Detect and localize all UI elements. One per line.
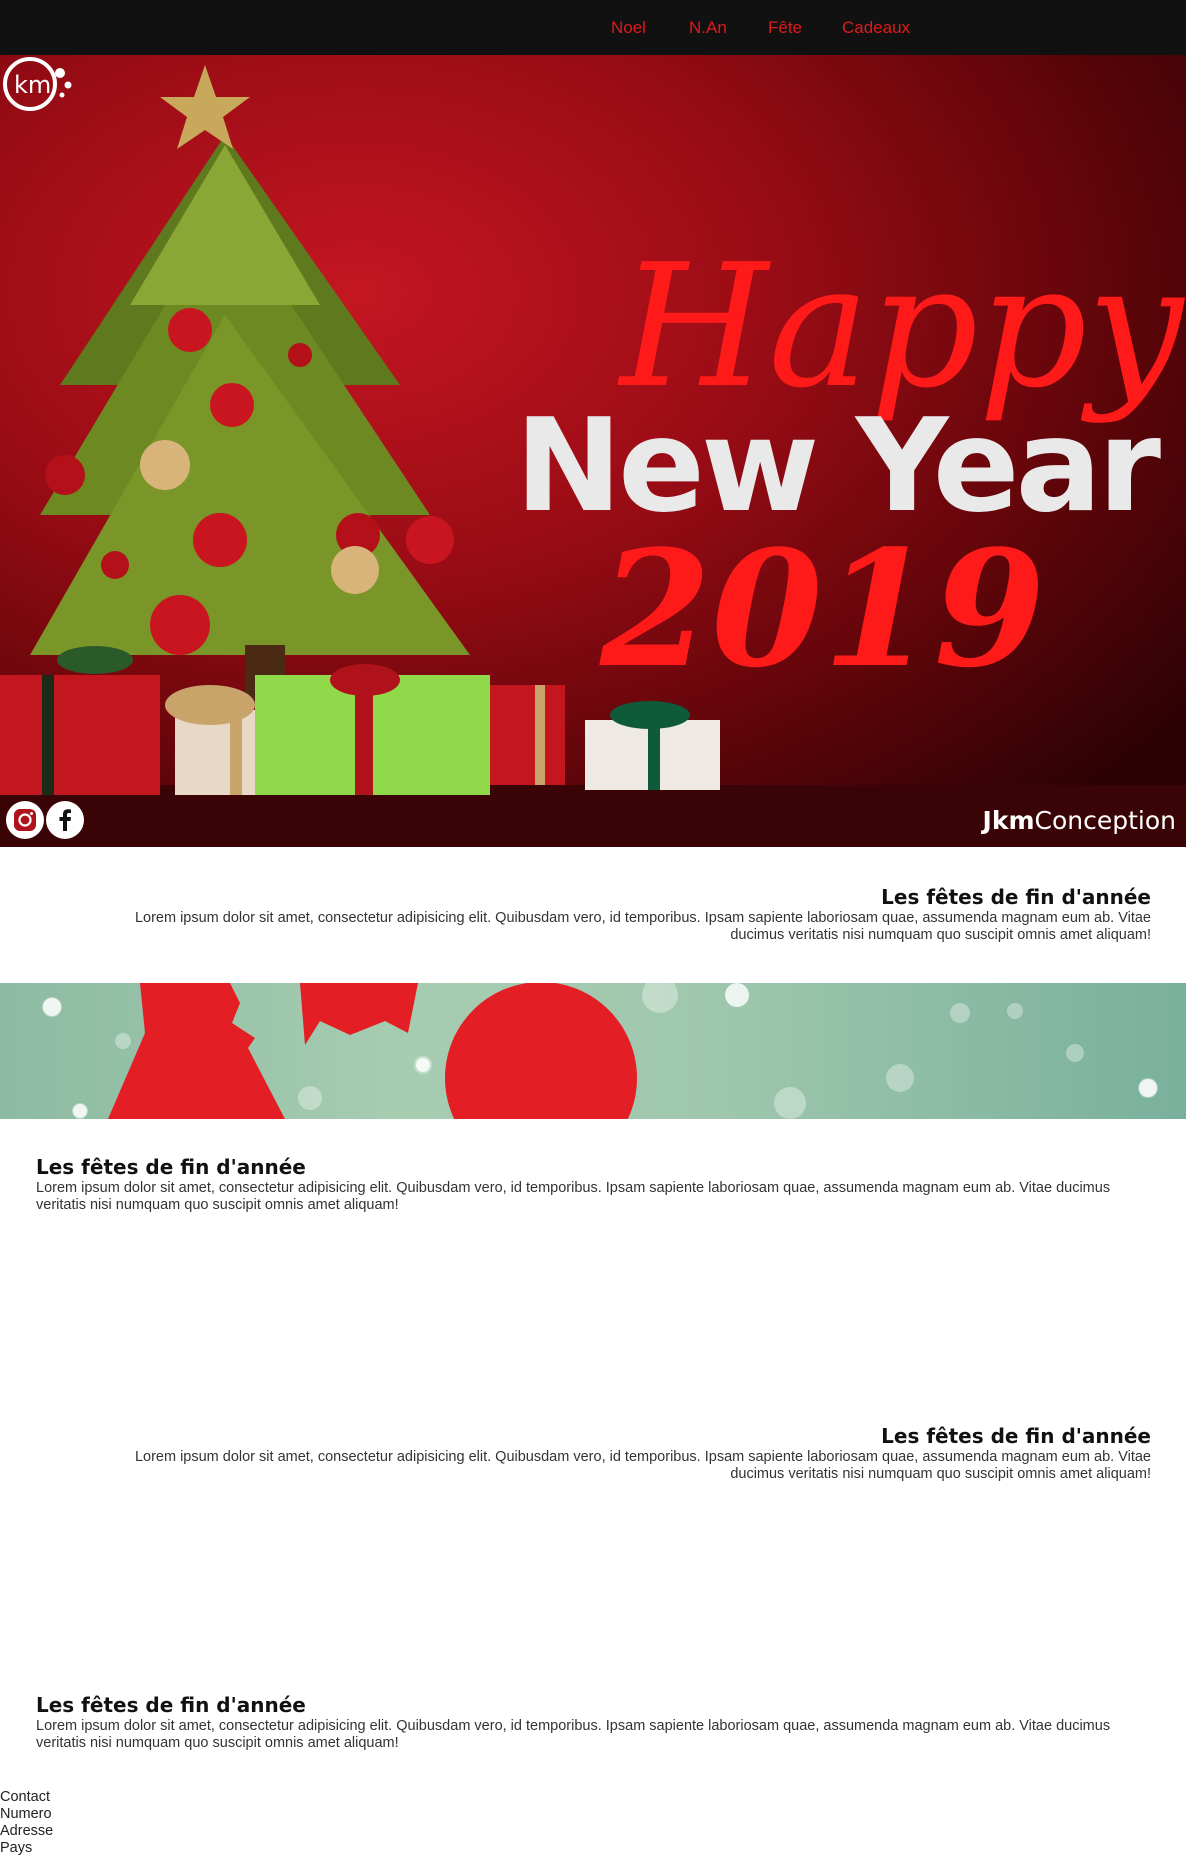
instagram-icon xyxy=(14,809,36,831)
hero-illustration: Happy New Year 2019 xyxy=(0,65,1186,847)
jkm-logo-icon: km xyxy=(3,57,72,111)
hero-banner: Happy New Year 2019 km JkmConception xyxy=(0,55,1186,847)
facebook-icon xyxy=(59,809,71,831)
footer: Contact Numero Adresse Pays xyxy=(0,1789,53,1857)
instagram-button[interactable] xyxy=(6,801,44,839)
nav-link-noel[interactable]: Noel xyxy=(611,18,646,38)
svg-text:km: km xyxy=(14,71,51,99)
section-text: Lorem ipsum dolor sit amet, consectetur … xyxy=(36,1718,1111,1751)
content-section-2: Les fêtes de fin d'année Lorem ipsum dol… xyxy=(36,1154,1111,1214)
footer-contact: Contact xyxy=(0,1789,50,1805)
tree-star xyxy=(160,65,250,149)
section-title: Les fêtes de fin d'année xyxy=(36,1155,306,1179)
section-text: Lorem ipsum dolor sit amet, consectetur … xyxy=(36,1180,1111,1213)
footer-adresse: Adresse xyxy=(0,1823,54,1839)
top-navigation: Noel N.An Fête Cadeaux xyxy=(0,0,1186,55)
footer-numero: Numero xyxy=(0,1806,52,1822)
facebook-button[interactable] xyxy=(46,801,84,839)
content-section-4: Les fêtes de fin d'année Lorem ipsum dol… xyxy=(36,1692,1111,1752)
ornament-illustration xyxy=(42,983,1158,1119)
section-title: Les fêtes de fin d'année xyxy=(881,1424,1151,1448)
footer-pays: Pays xyxy=(0,1840,33,1856)
nav-link-cadeaux[interactable]: Cadeaux xyxy=(842,18,910,38)
section-title: Les fêtes de fin d'année xyxy=(36,1693,306,1717)
content-section-3: Les fêtes de fin d'année Lorem ipsum dol… xyxy=(80,1423,1151,1483)
brand-name: JkmConception xyxy=(982,806,1176,835)
christmas-tree xyxy=(30,135,470,705)
content-section-1: Les fêtes de fin d'année Lorem ipsum dol… xyxy=(80,884,1151,944)
nav-link-fete[interactable]: Fête xyxy=(768,18,802,38)
hero-year-text: 2019 xyxy=(599,515,1045,703)
section-title: Les fêtes de fin d'année xyxy=(881,885,1151,909)
decorative-ornament-banner xyxy=(0,983,1186,1119)
section-text: Lorem ipsum dolor sit amet, consectetur … xyxy=(134,910,1151,943)
nav-link-nouvel-an[interactable]: N.An xyxy=(689,18,727,38)
section-text: Lorem ipsum dolor sit amet, consectetur … xyxy=(134,1449,1151,1482)
